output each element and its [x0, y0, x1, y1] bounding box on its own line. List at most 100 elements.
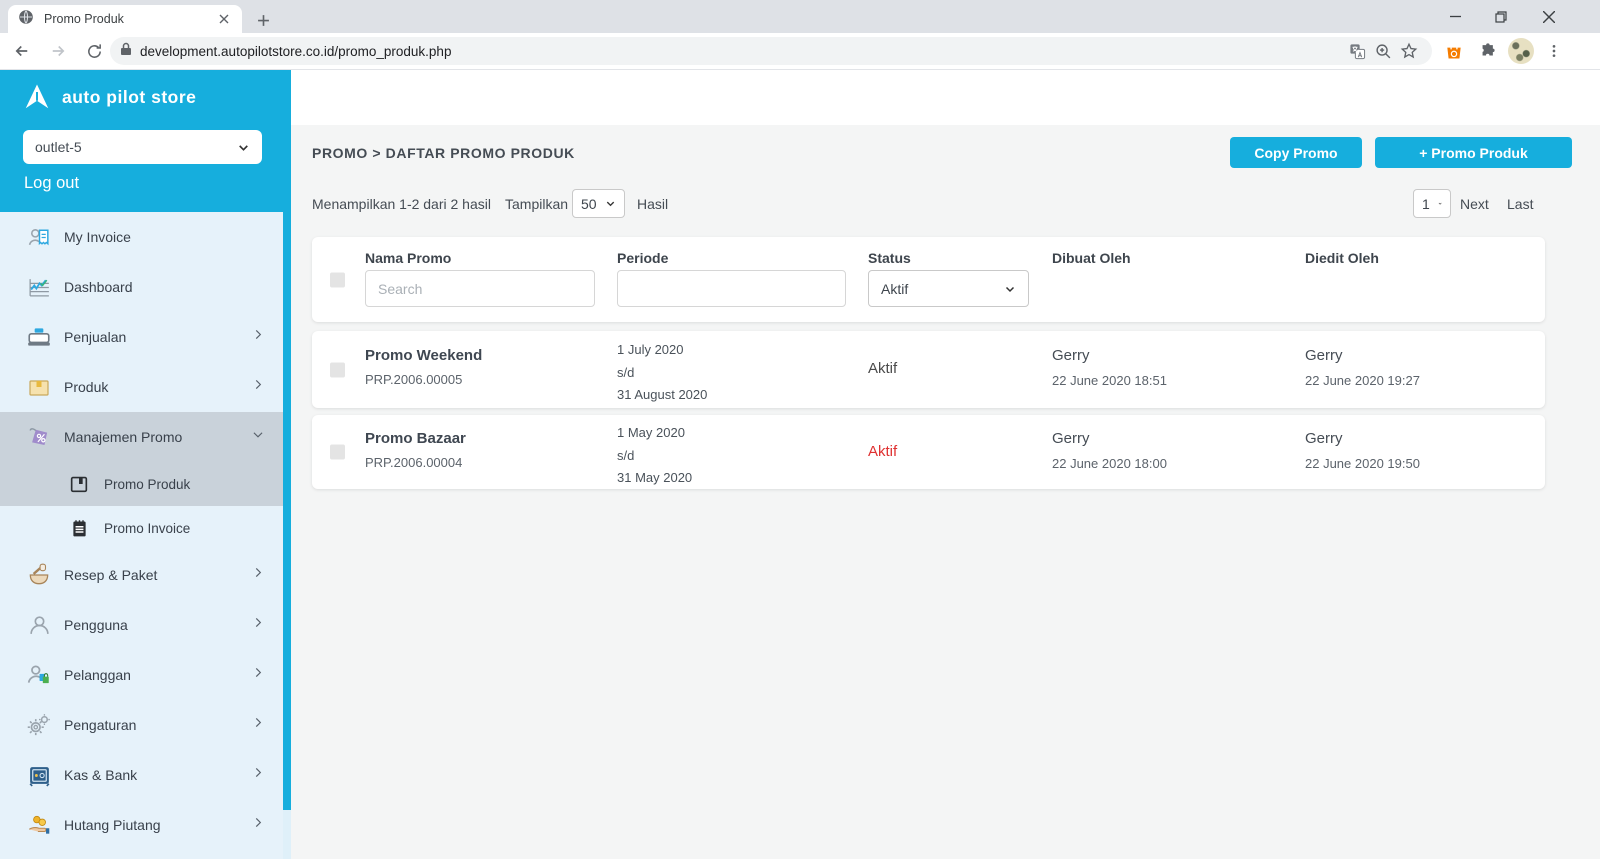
url-text: development.autopilotstore.co.id/promo_p…: [140, 44, 1344, 59]
last-page-link[interactable]: Last: [1507, 196, 1533, 212]
address-bar[interactable]: development.autopilotstore.co.id/promo_p…: [110, 37, 1432, 65]
logout-link[interactable]: Log out: [24, 174, 79, 193]
nama-promo-filter-input[interactable]: [365, 270, 595, 307]
customer-bag-icon: [26, 662, 52, 688]
column-header-periode: Periode: [617, 250, 668, 266]
page-value: 1: [1422, 196, 1430, 212]
sidebar-item-label: Pelanggan: [64, 667, 131, 683]
edited-at: 22 June 2020 19:50: [1305, 456, 1420, 471]
sidebar-item-kas-bank[interactable]: Kas & Bank: [0, 750, 283, 800]
brand-name: auto pilot store: [62, 87, 196, 108]
created-by: Gerry: [1052, 347, 1167, 364]
tab-title: Promo Produk: [44, 12, 215, 26]
chevron-right-icon: [251, 766, 265, 785]
translate-icon[interactable]: [1344, 38, 1370, 64]
chevron-right-icon: [251, 666, 265, 685]
coins-hand-icon: [26, 812, 52, 838]
outlet-selected-value: outlet-5: [35, 139, 237, 155]
sidebar: auto pilot store outlet-5 Log out My Inv…: [0, 70, 283, 859]
close-window-button[interactable]: [1526, 0, 1572, 33]
per-page-select[interactable]: 50: [572, 189, 625, 218]
mortar-pestle-icon: [26, 562, 52, 588]
period-separator: s/d: [617, 362, 707, 385]
sidebar-item-label: My Invoice: [64, 229, 131, 245]
sidebar-item-label: Produk: [64, 379, 108, 395]
chevron-down-icon: [1438, 198, 1442, 209]
sidebar-menu: My Invoice Dashboard Penjualan: [0, 212, 283, 850]
reload-icon[interactable]: [80, 37, 108, 65]
copy-promo-button[interactable]: Copy Promo: [1230, 137, 1362, 168]
sidebar-item-manajemen-promo[interactable]: Manajemen Promo: [0, 412, 283, 462]
add-promo-produk-button[interactable]: + Promo Produk: [1375, 137, 1572, 168]
next-page-link[interactable]: Next: [1460, 196, 1489, 212]
chevron-right-icon: [251, 378, 265, 397]
sidebar-scrollbar[interactable]: [283, 70, 291, 859]
period-end: 31 May 2020: [617, 467, 692, 490]
toolbar-extensions: [1440, 37, 1568, 65]
period-end: 31 August 2020: [617, 384, 707, 407]
chevron-down-icon: [251, 428, 265, 447]
chevron-right-icon: [251, 816, 265, 835]
table-row[interactable]: Promo Bazaar PRP.2006.00004 1 May 2020 s…: [312, 415, 1545, 489]
created-at: 22 June 2020 18:00: [1052, 456, 1167, 471]
status-value: Aktif: [868, 443, 897, 460]
sidebar-item-promo-invoice[interactable]: Promo Invoice: [0, 506, 283, 550]
table-header-card: Nama Promo Periode Status Aktif Dibuat O…: [312, 237, 1545, 322]
hasil-label: Hasil: [637, 196, 668, 212]
period-start: 1 July 2020: [617, 339, 707, 362]
status-filter-select[interactable]: Aktif: [868, 270, 1029, 307]
browser-tab[interactable]: Promo Produk: [8, 5, 242, 33]
sidebar-item-resep-paket[interactable]: Resep & Paket: [0, 550, 283, 600]
zoom-icon[interactable]: [1370, 38, 1396, 64]
paper-plane-logo-icon: [22, 82, 52, 112]
forward-icon[interactable]: [44, 37, 72, 65]
tab-close-icon[interactable]: [215, 11, 232, 28]
outlet-select[interactable]: outlet-5: [23, 130, 262, 164]
minimize-button[interactable]: [1432, 0, 1478, 33]
page-select[interactable]: 1: [1413, 189, 1451, 218]
globe-favicon-icon: [18, 9, 34, 30]
periode-filter-input[interactable]: [617, 270, 846, 307]
showing-results-text: Menampilkan 1-2 dari 2 hasil: [312, 196, 491, 212]
sidebar-item-pengaturan[interactable]: Pengaturan: [0, 700, 283, 750]
column-header-dibuat-oleh: Dibuat Oleh: [1052, 250, 1131, 266]
sidebar-item-produk[interactable]: Produk: [0, 362, 283, 412]
profile-avatar[interactable]: [1508, 38, 1534, 64]
sidebar-item-pelanggan[interactable]: Pelanggan: [0, 650, 283, 700]
edited-at: 22 June 2020 19:27: [1305, 373, 1420, 388]
lock-icon: [120, 42, 132, 61]
sidebar-item-pengguna[interactable]: Pengguna: [0, 600, 283, 650]
sidebar-item-label: Pengguna: [64, 617, 128, 633]
created-at: 22 June 2020 18:51: [1052, 373, 1167, 388]
sidebar-item-penjualan[interactable]: Penjualan: [0, 312, 283, 362]
cash-register-icon: [26, 324, 52, 350]
promo-name: Promo Bazaar: [365, 430, 466, 447]
main-content: PROMO > DAFTAR PROMO PRODUK Copy Promo +…: [291, 70, 1600, 859]
table-row[interactable]: Promo Weekend PRP.2006.00005 1 July 2020…: [312, 331, 1545, 408]
sidebar-item-hutang-piutang[interactable]: Hutang Piutang: [0, 800, 283, 850]
list-controls: Menampilkan 1-2 dari 2 hasil Tampilkan 5…: [291, 189, 1600, 219]
new-tab-button[interactable]: [252, 9, 274, 31]
invoice-person-icon: [26, 225, 52, 250]
back-icon[interactable]: [8, 37, 36, 65]
bookmark-star-icon[interactable]: [1396, 38, 1422, 64]
extensions-puzzle-icon[interactable]: [1474, 37, 1502, 65]
shopping-bag-extension-icon[interactable]: [1440, 37, 1468, 65]
restore-button[interactable]: [1478, 0, 1524, 33]
promo-invoice-icon: [66, 518, 92, 539]
select-all-checkbox[interactable]: [330, 272, 345, 287]
sidebar-item-label: Kas & Bank: [64, 767, 137, 783]
sidebar-item-promo-produk[interactable]: Promo Produk: [0, 462, 283, 506]
sidebar-item-label: Promo Produk: [104, 477, 190, 492]
sidebar-scrollbar-thumb[interactable]: [283, 70, 291, 810]
promo-code: PRP.2006.00005: [365, 372, 482, 387]
sidebar-item-my-invoice[interactable]: My Invoice: [0, 212, 283, 262]
safe-icon: [26, 763, 52, 788]
row-checkbox[interactable]: [330, 445, 345, 460]
column-header-nama-promo: Nama Promo: [365, 250, 451, 266]
sidebar-item-dashboard[interactable]: Dashboard: [0, 262, 283, 312]
browser-menu-icon[interactable]: [1540, 37, 1568, 65]
breadcrumb: PROMO > DAFTAR PROMO PRODUK: [312, 145, 575, 161]
row-checkbox[interactable]: [330, 362, 345, 377]
status-filter-value: Aktif: [881, 281, 996, 297]
